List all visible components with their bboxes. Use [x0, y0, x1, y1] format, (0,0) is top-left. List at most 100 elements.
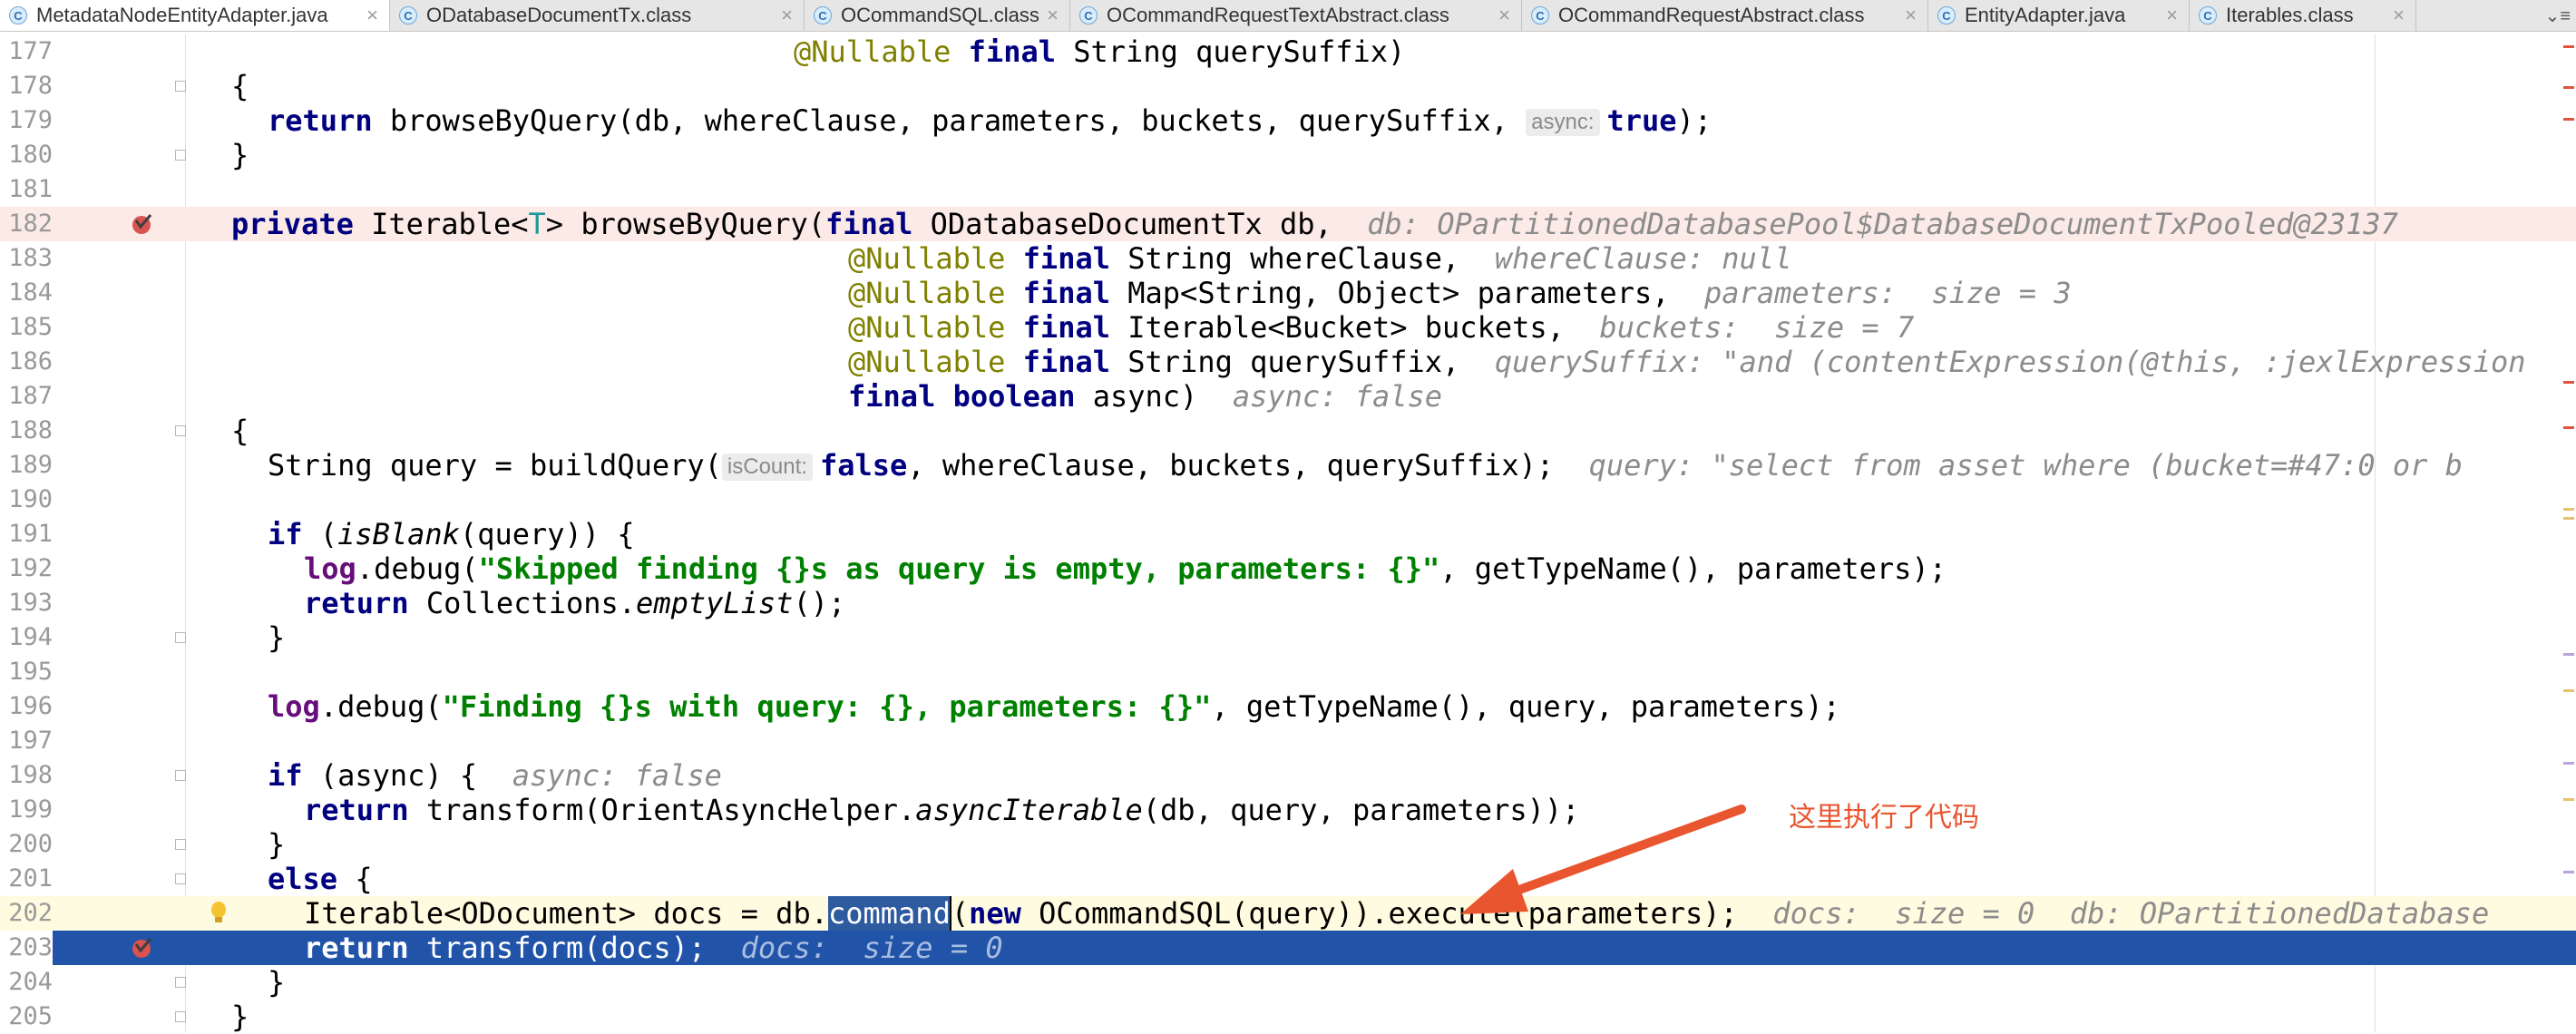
warning-stripe-mark[interactable] — [2563, 689, 2574, 692]
code-text: @Nullable final String querySuffix) — [794, 34, 1406, 69]
class-icon: C — [1937, 6, 1956, 24]
code-text: return browseByQuery(db, whereClause, pa… — [268, 103, 1712, 138]
tab-ocommand-request-text-abstract[interactable]: C OCommandRequestTextAbstract.class × — [1070, 0, 1522, 31]
code-text: @Nullable final String querySuffix, quer… — [848, 345, 2526, 379]
code-line: 189 String query = buildQuery(isCount: fa… — [0, 448, 2576, 483]
fold-marker-icon[interactable] — [175, 839, 186, 850]
line-number: 188 — [8, 416, 53, 444]
class-icon: C — [1531, 6, 1549, 24]
class-icon: C — [399, 6, 417, 24]
tab-ocommand-sql[interactable]: C OCommandSQL.class × — [805, 0, 1070, 31]
tab-overflow-menu-icon[interactable]: ⌄≡ — [2545, 0, 2571, 31]
code-text: } — [268, 827, 286, 862]
editor-tab-bar: C MetadataNodeEntityAdapter.java × C ODa… — [0, 0, 2576, 32]
current-caret-line: 202 Iterable<ODocument> docs = db.comman… — [0, 896, 2576, 931]
line-number: 182 — [8, 210, 53, 238]
line-number: 198 — [8, 761, 53, 789]
code-line: 183 @Nullable final String whereClause, … — [0, 241, 2576, 276]
code-text: return transform(OrientAsyncHelper.async… — [304, 793, 1580, 827]
error-stripe-mark[interactable] — [2563, 381, 2574, 384]
debug-value-hint: querySuffix: "and (contentExpression(@th… — [1494, 345, 2526, 379]
tab-label: Iterables.class — [2226, 4, 2354, 26]
code-text: { — [231, 414, 249, 448]
close-icon[interactable]: × — [2393, 4, 2405, 27]
debug-value-hint: whereClause: null — [1494, 241, 1792, 276]
class-icon: C — [1079, 6, 1098, 24]
fold-marker-icon[interactable] — [175, 425, 186, 436]
code-text: @Nullable final String whereClause, wher… — [848, 241, 1792, 276]
line-number: 205 — [8, 1002, 53, 1030]
stripe-mark[interactable] — [2563, 952, 2574, 955]
tab-label: MetadataNodeEntityAdapter.java — [36, 4, 328, 26]
fold-marker-icon[interactable] — [175, 150, 186, 161]
code-line: 184 @Nullable final Map<String, Object> … — [0, 276, 2576, 310]
line-number: 193 — [8, 589, 53, 617]
code-line: 181 — [0, 172, 2576, 207]
tab-odatabase-document-tx[interactable]: C ODatabaseDocumentTx.class × — [390, 0, 805, 31]
fold-marker-icon[interactable] — [175, 873, 186, 884]
text-caret: ( — [949, 896, 970, 931]
error-stripe-mark[interactable] — [2563, 426, 2574, 429]
line-number: 195 — [8, 658, 53, 686]
breakpoint-checked-icon[interactable] — [127, 210, 156, 239]
class-icon: C — [814, 6, 832, 24]
fold-marker-icon[interactable] — [175, 1011, 186, 1022]
warning-stripe-mark[interactable] — [2563, 798, 2574, 801]
warning-stripe-mark[interactable] — [2563, 517, 2574, 520]
line-number: 200 — [8, 830, 53, 858]
close-icon[interactable]: × — [1905, 4, 1917, 27]
debug-value-hint: async: false — [512, 758, 722, 793]
line-number: 202 — [8, 899, 53, 927]
code-text: } — [231, 138, 249, 172]
code-text: final boolean async) async: false — [848, 379, 1443, 414]
breakpoint-checked-icon[interactable] — [127, 933, 156, 962]
debug-value-hint: docs: size = 0 — [740, 931, 1003, 965]
error-stripe-mark[interactable] — [2563, 118, 2574, 121]
close-icon[interactable]: × — [366, 4, 378, 27]
code-text: String query = buildQuery(isCount: false,… — [268, 448, 2463, 483]
fold-marker-icon[interactable] — [175, 632, 186, 643]
tab-ocommand-request-abstract[interactable]: C OCommandRequestAbstract.class × — [1522, 0, 1928, 31]
code-text: log.debug("Finding {}s with query: {}, p… — [268, 689, 1840, 724]
error-stripe-mark[interactable] — [2563, 45, 2574, 48]
line-number: 190 — [8, 485, 53, 513]
close-icon[interactable]: × — [1047, 4, 1059, 27]
code-line: 196 log.debug("Finding {}s with query: {… — [0, 689, 2576, 724]
stripe-mark[interactable] — [2563, 871, 2574, 873]
code-line: 194 } — [0, 620, 2576, 655]
code-text: else { — [268, 862, 373, 896]
line-number: 178 — [8, 72, 53, 100]
fold-marker-icon[interactable] — [175, 977, 186, 988]
code-text: log.debug("Skipped finding {}s as query … — [304, 551, 1947, 586]
class-icon: C — [9, 6, 27, 24]
close-icon[interactable]: × — [2166, 4, 2178, 27]
debug-value-hint: buckets: size = 7 — [1599, 310, 1915, 345]
line-number: 197 — [8, 727, 53, 755]
close-icon[interactable]: × — [781, 4, 793, 27]
fold-marker-icon[interactable] — [175, 770, 186, 781]
code-line: 177 @Nullable final String querySuffix) — [0, 34, 2576, 69]
stripe-mark[interactable] — [2563, 762, 2574, 765]
tab-iterables[interactable]: C Iterables.class × — [2190, 0, 2416, 31]
code-line: 180 } — [0, 138, 2576, 172]
line-number: 186 — [8, 347, 53, 376]
code-line: 185 @Nullable final Iterable<Bucket> buc… — [0, 310, 2576, 345]
line-number: 199 — [8, 795, 53, 824]
close-icon[interactable]: × — [1498, 4, 1510, 27]
code-line: 193 return Collections.emptyList(); — [0, 586, 2576, 620]
code-line: 205 } — [0, 1000, 2576, 1034]
warning-stripe-mark[interactable] — [2563, 508, 2574, 511]
code-text: @Nullable final Iterable<Bucket> buckets… — [848, 310, 1915, 345]
stripe-mark[interactable] — [2563, 653, 2574, 656]
line-number: 183 — [8, 244, 53, 272]
annotation-text: 这里执行了代码 — [1789, 802, 1979, 834]
fold-marker-icon[interactable] — [175, 81, 186, 92]
tab-metadata-node-entity-adapter[interactable]: C MetadataNodeEntityAdapter.java × — [0, 0, 390, 31]
error-stripe-mark[interactable] — [2563, 86, 2574, 89]
tab-entity-adapter[interactable]: C EntityAdapter.java × — [1928, 0, 2190, 31]
line-number: 196 — [8, 692, 53, 720]
line-number: 179 — [8, 106, 53, 134]
line-number: 194 — [8, 623, 53, 651]
tab-label: EntityAdapter.java — [1965, 4, 2126, 26]
intention-bulb-icon[interactable] — [207, 900, 230, 927]
